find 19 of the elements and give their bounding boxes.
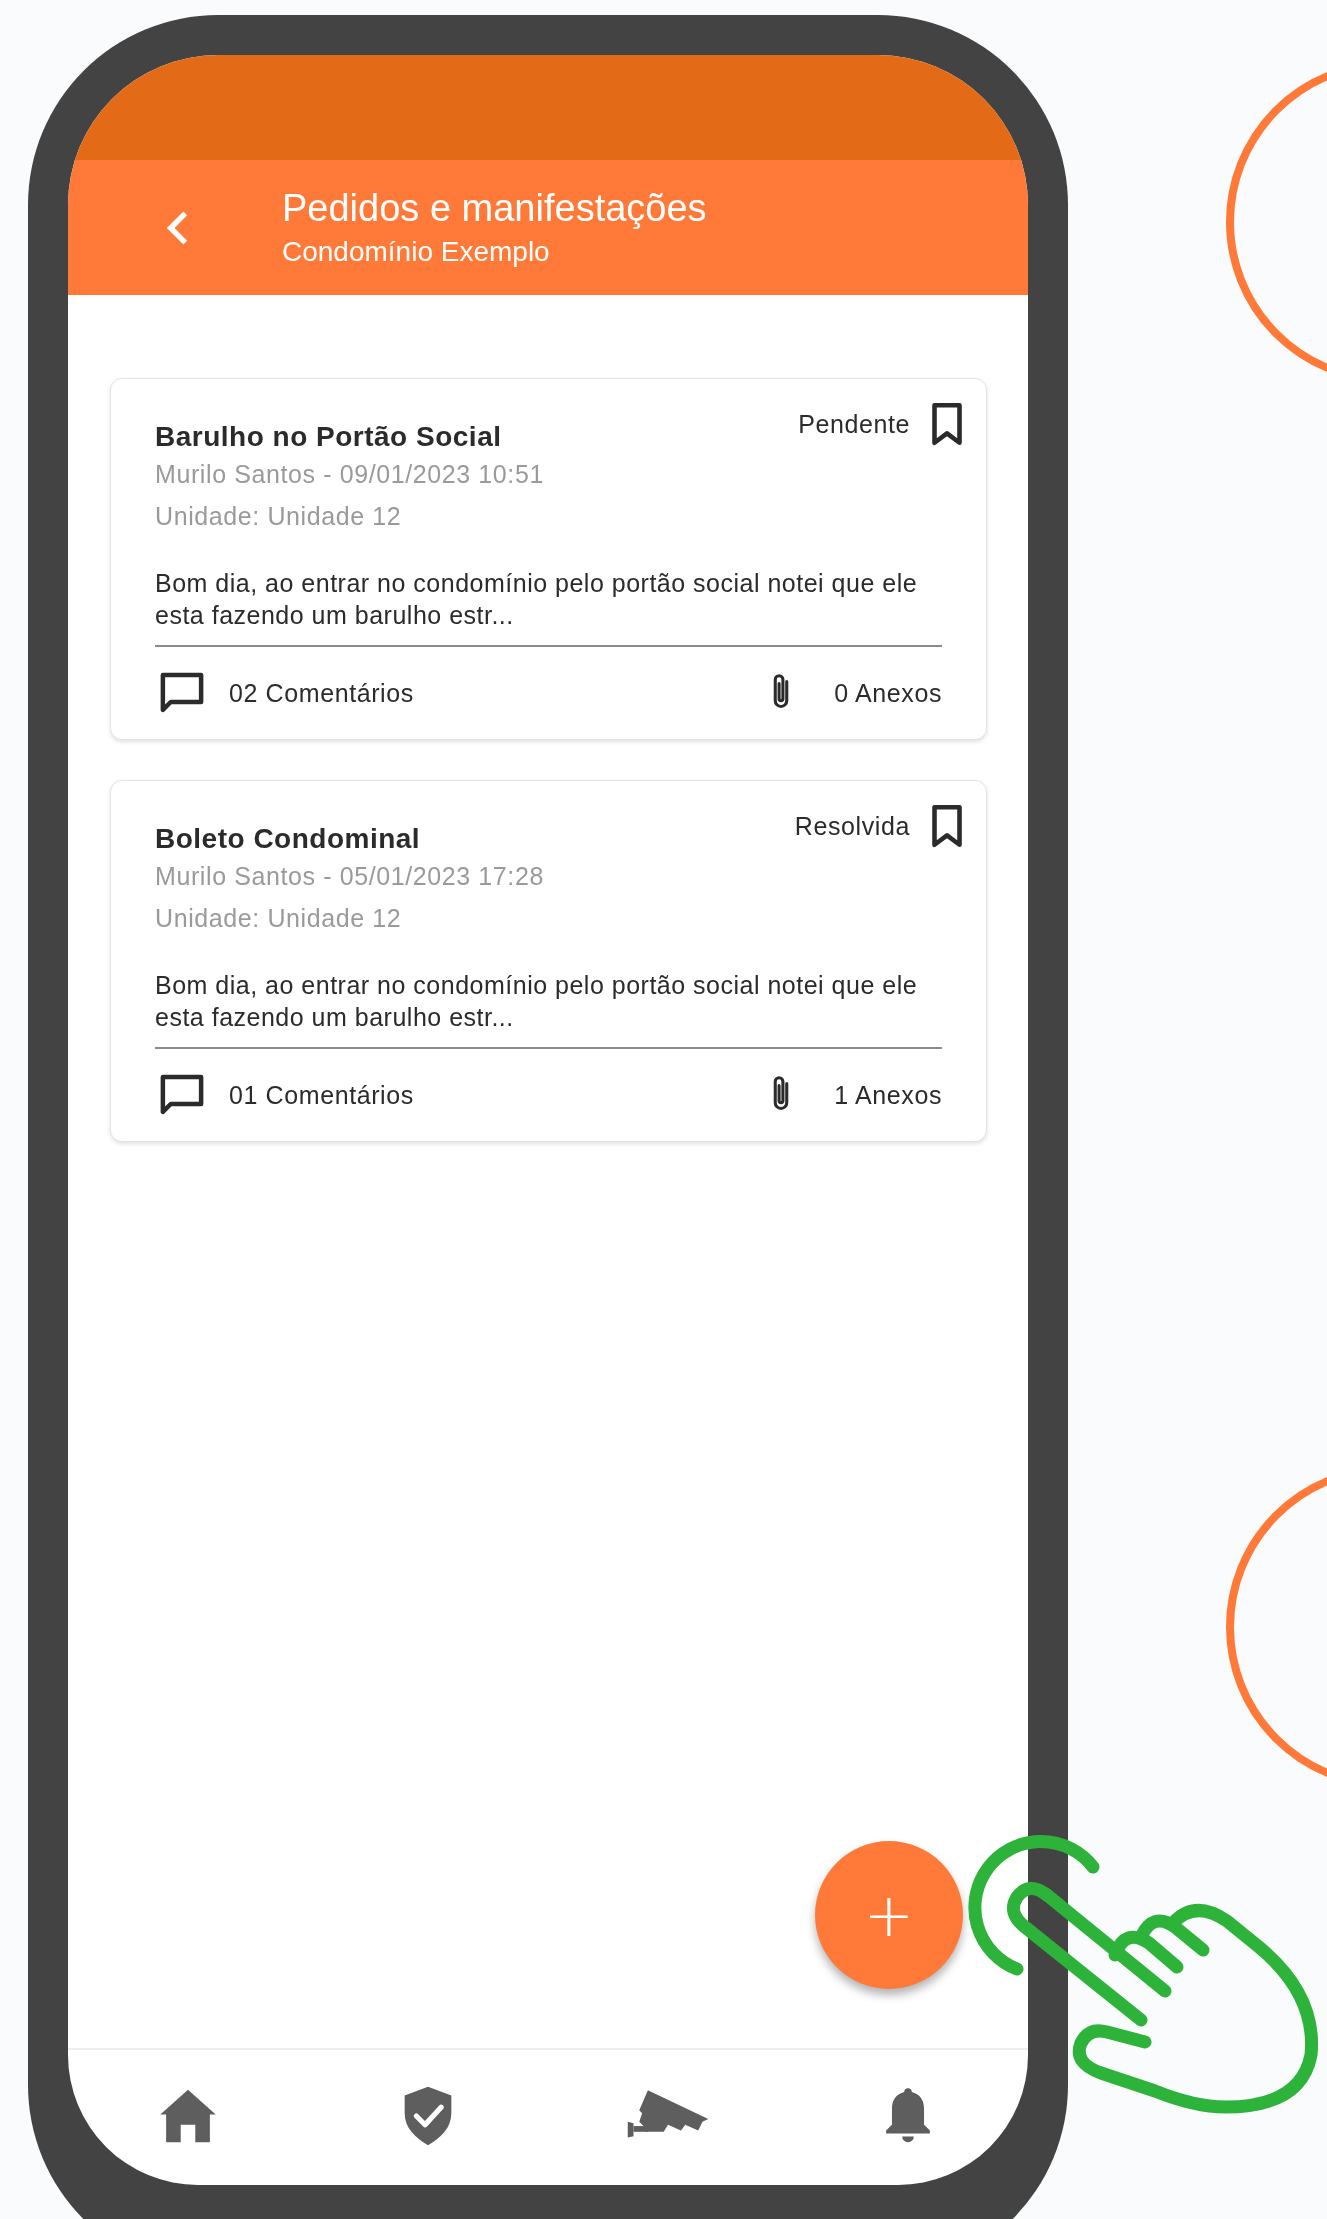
comments-count: 01 Comentários: [229, 1080, 414, 1110]
request-card[interactable]: [110, 378, 987, 740]
attachments-count: 1 Anexos: [834, 1080, 942, 1110]
request-title: Boleto Condominal: [155, 823, 421, 855]
request-unit: Unidade: Unidade 12: [155, 903, 403, 934]
attachments-count: 0 Anexos: [834, 678, 942, 708]
request-author-date: Murilo Santos - 09/01/2023 10:51: [155, 459, 545, 490]
request-unit: Unidade: Unidade 12: [155, 501, 403, 532]
page-subtitle: Condomínio Exemplo: [282, 234, 551, 269]
request-author-date: Murilo Santos - 05/01/2023 17:28: [155, 861, 545, 892]
request-description: Bom dia, ao entrar no condomínio pelo portão social notei que ele esta fazendo um barulho estr...: [155, 568, 919, 631]
comments-count: 02 Comentários: [229, 678, 414, 708]
request-status: Pendente: [798, 409, 910, 439]
request-card[interactable]: [110, 780, 987, 1142]
request-title: Barulho no Portão Social: [155, 421, 502, 453]
page-title: Pedidos e manifestações: [282, 185, 707, 230]
add-button[interactable]: +: [815, 1841, 963, 1989]
request-description: Bom dia, ao entrar no condomínio pelo portão social notei que ele esta fazendo um barulho estr...: [155, 970, 919, 1033]
request-status: Resolvida: [794, 811, 910, 841]
